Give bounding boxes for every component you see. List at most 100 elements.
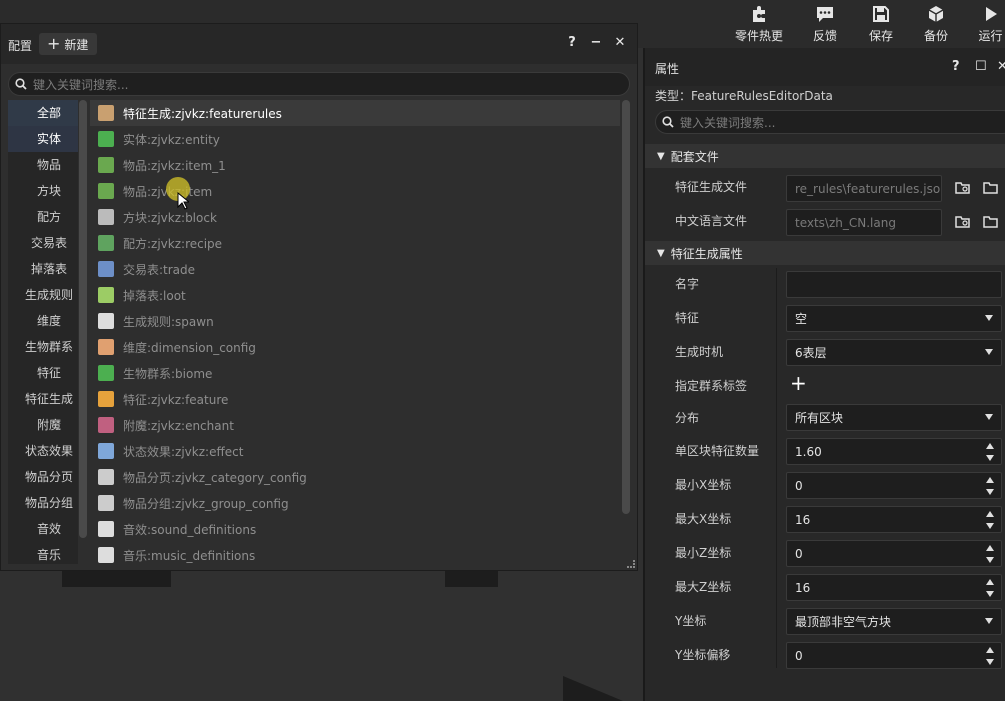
config-list-item[interactable]: 物品:zjvkz:item_1	[90, 152, 620, 178]
config-list-item[interactable]: 物品分组:zjvkz_group_config	[90, 490, 620, 516]
config-type-icon	[98, 521, 114, 537]
field-label: 中文语言文件	[675, 214, 748, 228]
minimize-button[interactable]: −	[588, 35, 604, 51]
config-list-item[interactable]: 音乐:music_definitions	[90, 542, 620, 564]
category-item[interactable]: 生成规则	[8, 282, 78, 308]
close-button[interactable]: ✕	[612, 35, 628, 51]
feature-select[interactable]: 空	[786, 305, 1002, 332]
config-list-item[interactable]: 特征生成:zjvkz:featurerules	[90, 100, 620, 126]
add-biome-tag-button[interactable]: +	[790, 373, 807, 393]
config-list-item[interactable]: 特征:zjvkz:feature	[90, 386, 620, 412]
category-item[interactable]: 掉落表	[8, 256, 78, 282]
feedback-button[interactable]: 反馈	[810, 0, 840, 48]
category-item[interactable]: 特征生成	[8, 386, 78, 412]
config-list-item[interactable]: 物品分页:zjvkz_category_config	[90, 464, 620, 490]
category-item[interactable]: 实体	[8, 126, 78, 152]
category-item[interactable]: 音效	[8, 516, 78, 542]
config-list-item[interactable]: 维度:dimension_config	[90, 334, 620, 360]
min-z-stepper[interactable]: 0	[786, 540, 1002, 567]
category-item[interactable]: 维度	[8, 308, 78, 334]
config-search-input[interactable]: 键入关键词搜索...	[8, 72, 630, 96]
section-files[interactable]: ▼ 配套文件	[645, 144, 1005, 168]
config-list-item[interactable]: 音效:sound_definitions	[90, 516, 620, 542]
properties-search-input[interactable]: 键入关键词搜索...	[655, 110, 1005, 134]
y-offset-stepper[interactable]: 0	[786, 642, 1002, 669]
max-z-stepper[interactable]: 16	[786, 574, 1002, 601]
max-x-stepper[interactable]: 16	[786, 506, 1002, 533]
close-button[interactable]: ✕	[997, 59, 1005, 74]
config-list-item[interactable]: 配方:zjvkz:recipe	[90, 230, 620, 256]
folder-open-icon[interactable]	[981, 178, 1001, 198]
spinner-arrows-icon[interactable]	[986, 579, 994, 597]
config-type-icon	[98, 339, 114, 355]
config-list-item[interactable]: 状态效果:zjvkz:effect	[90, 438, 620, 464]
field-label: 最小Z坐标	[675, 546, 732, 560]
category-item[interactable]: 配方	[8, 204, 78, 230]
config-list-item[interactable]: 方块:zjvkz:block	[90, 204, 620, 230]
config-list-item[interactable]: 生物群系:biome	[90, 360, 620, 386]
spinner-arrows-icon[interactable]	[986, 443, 994, 461]
file-path: texts\zh_CN.lang	[795, 215, 896, 230]
config-item-label: 生成规则:spawn	[123, 314, 214, 329]
category-item[interactable]: 交易表	[8, 230, 78, 256]
config-list-item[interactable]: 生成规则:spawn	[90, 308, 620, 334]
config-type-icon	[98, 105, 114, 121]
config-item-label: 物品分页:zjvkz_category_config	[123, 470, 307, 485]
hot-update-button[interactable]: 零件热更	[733, 0, 785, 48]
config-list-item[interactable]: 交易表:trade	[90, 256, 620, 282]
save-button[interactable]: 保存	[866, 0, 896, 48]
config-item-label: 掉落表:loot	[123, 288, 186, 303]
hot-update-label: 零件热更	[734, 29, 783, 43]
config-item-label: 配方:zjvkz:recipe	[123, 236, 223, 251]
run-button[interactable]: 运行	[976, 0, 1005, 48]
item-scrollbar[interactable]	[622, 100, 630, 514]
backup-button[interactable]: 备份	[921, 0, 951, 48]
category-item[interactable]: 音乐	[8, 542, 78, 564]
config-list-item[interactable]: 掉落表:loot	[90, 282, 620, 308]
chat-icon	[815, 4, 835, 24]
config-type-icon	[98, 547, 114, 563]
help-button[interactable]: ?	[564, 35, 580, 51]
category-item[interactable]: 全部	[8, 100, 78, 126]
distribution-select[interactable]: 所有区块	[786, 404, 1002, 431]
category-item[interactable]: 物品	[8, 152, 78, 178]
folder-search-icon[interactable]	[953, 178, 973, 198]
count-stepper[interactable]: 1.60	[786, 438, 1002, 465]
spinner-arrows-icon[interactable]	[986, 545, 994, 563]
min-x-stepper[interactable]: 0	[786, 472, 1002, 499]
name-input[interactable]	[786, 271, 1002, 298]
resize-handle[interactable]	[627, 560, 635, 568]
field-label: 特征	[675, 311, 700, 325]
field-value: 1.60	[795, 444, 822, 459]
field-label: 特征生成文件	[675, 180, 748, 194]
config-list-item[interactable]: 附魔:zjvkz:enchant	[90, 412, 620, 438]
chevron-down-icon	[985, 349, 993, 355]
category-item[interactable]: 特征	[8, 360, 78, 386]
spinner-arrows-icon[interactable]	[986, 647, 994, 665]
category-item[interactable]: 状态效果	[8, 438, 78, 464]
help-button[interactable]: ?	[952, 59, 960, 74]
category-scrollbar[interactable]	[79, 100, 87, 538]
category-item[interactable]: 物品分组	[8, 490, 78, 516]
category-item[interactable]: 物品分页	[8, 464, 78, 490]
maximize-button[interactable]: ☐	[975, 59, 987, 74]
category-item[interactable]: 生物群系	[8, 334, 78, 360]
lang-file-field[interactable]: texts\zh_CN.lang	[786, 209, 942, 236]
spinner-arrows-icon[interactable]	[986, 511, 994, 529]
feature-rules-file-field[interactable]: re_rules\featurerules.json	[786, 175, 942, 202]
y-select[interactable]: 最顶部非空气方块	[786, 608, 1002, 635]
spinner-arrows-icon[interactable]	[986, 477, 994, 495]
config-type-icon	[98, 495, 114, 511]
timing-select[interactable]: 6表层	[786, 339, 1002, 366]
config-item-label: 特征:zjvkz:feature	[123, 392, 229, 407]
section-attributes[interactable]: ▼ 特征生成属性	[645, 241, 1005, 265]
folder-open-icon[interactable]	[981, 212, 1001, 232]
category-item[interactable]: 附魔	[8, 412, 78, 438]
config-list-item[interactable]: 实体:zjvkz:entity	[90, 126, 620, 152]
backup-label: 备份	[923, 29, 948, 43]
new-config-button[interactable]: + 新建	[39, 33, 97, 55]
field-label: 单区块特征数量	[675, 444, 760, 458]
folder-search-icon[interactable]	[953, 212, 973, 232]
category-item[interactable]: 方块	[8, 178, 78, 204]
section-title: 特征生成属性	[670, 246, 743, 261]
